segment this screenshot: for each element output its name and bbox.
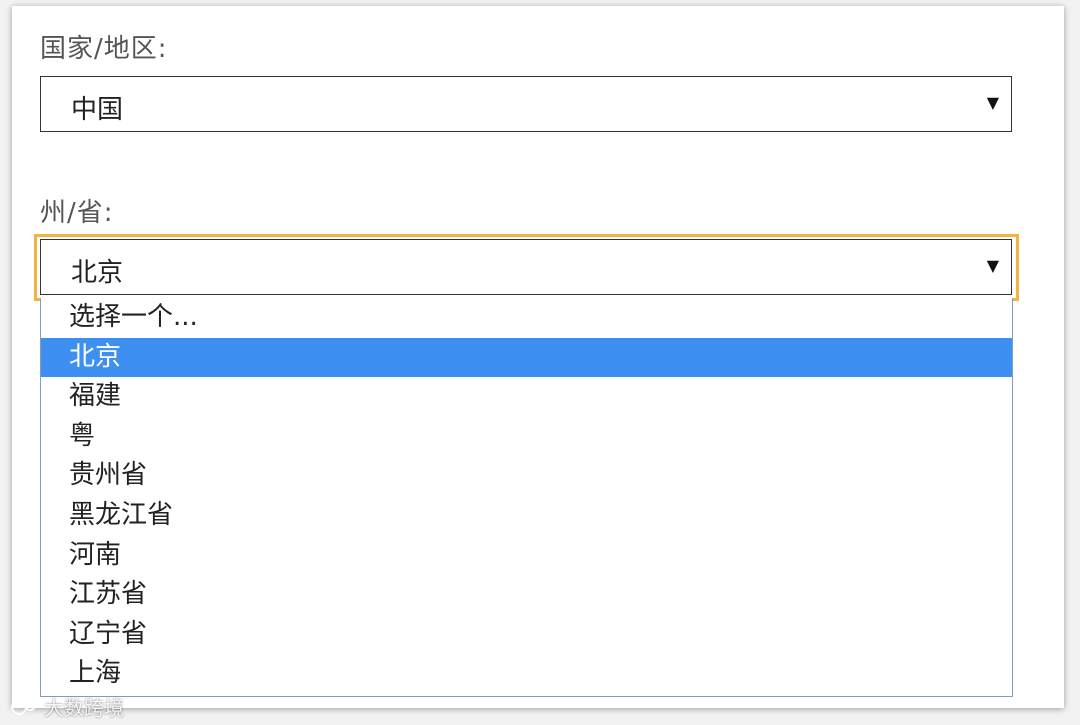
- country-select[interactable]: 中国 ▼: [40, 76, 1012, 132]
- state-select[interactable]: 北京 ▼: [40, 239, 1012, 295]
- dropdown-option[interactable]: 福建: [41, 377, 1012, 417]
- watermark: 大数跨境: [10, 692, 124, 721]
- watermark-logo-icon: [11, 698, 36, 715]
- state-select-value: 北京: [71, 258, 124, 288]
- country-select-value: 中国: [71, 95, 124, 125]
- dropdown-option[interactable]: 贵州省: [41, 456, 1012, 496]
- dropdown-option-selected[interactable]: 北京: [41, 337, 1012, 378]
- dropdown-option[interactable]: 上海: [41, 654, 1012, 694]
- state-dropdown-list[interactable]: 选择一个... 北京 福建 粤 贵州省 黑龙江省 河南 江苏省 辽宁省 上海: [40, 298, 1013, 697]
- chevron-down-icon: ▼: [986, 93, 999, 112]
- dropdown-option[interactable]: 江苏省: [41, 575, 1012, 615]
- dropdown-option[interactable]: 黑龙江省: [41, 496, 1012, 536]
- watermark-text: 大数跨境: [44, 696, 124, 720]
- country-label: 国家/地区:: [40, 34, 168, 64]
- dropdown-option[interactable]: 粤: [41, 417, 1012, 457]
- dropdown-option[interactable]: 河南: [41, 536, 1012, 576]
- dropdown-option[interactable]: 选择一个...: [41, 298, 1012, 338]
- dropdown-option[interactable]: 辽宁省: [41, 615, 1012, 655]
- chevron-down-icon: ▼: [986, 256, 999, 275]
- state-label: 州/省:: [40, 198, 114, 228]
